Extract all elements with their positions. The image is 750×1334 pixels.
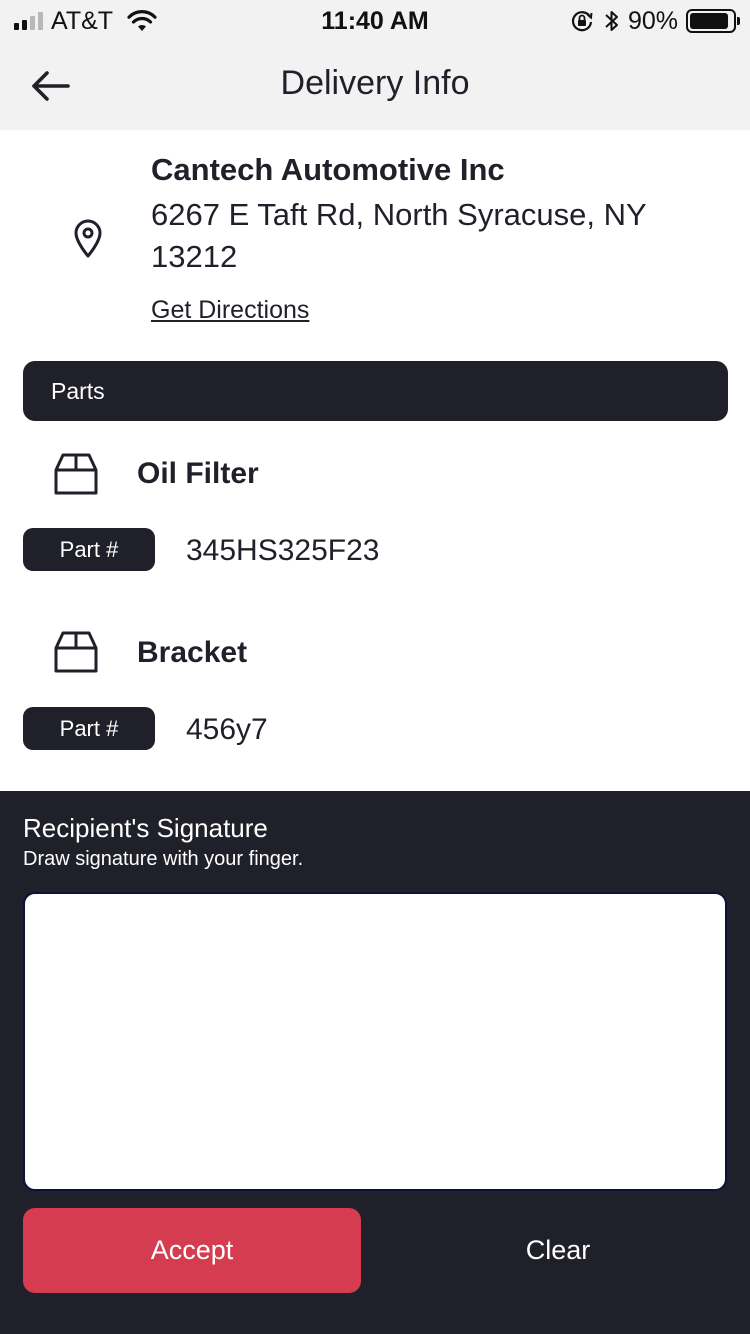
- part-number: 345HS325F23: [186, 534, 380, 567]
- accept-button[interactable]: Accept: [23, 1208, 361, 1293]
- get-directions-link[interactable]: Get Directions: [151, 296, 309, 325]
- page-title: Delivery Info: [280, 64, 470, 102]
- battery-icon: [686, 9, 740, 33]
- part-name: Oil Filter: [137, 457, 259, 490]
- destination-block: Cantech Automotive Inc 6267 E Taft Rd, N…: [0, 130, 750, 350]
- part-number-badge: Part #: [23, 707, 155, 750]
- part-number: 456y7: [186, 713, 268, 746]
- bluetooth-icon: [605, 11, 618, 31]
- status-right: 90%: [570, 6, 740, 35]
- orientation-lock-icon: [571, 11, 593, 32]
- address-text: 6267 E Taft Rd, North Syracuse, NY 13212: [151, 197, 647, 274]
- status-bar: AT&T 11:40 AM 90%: [0, 0, 750, 40]
- part-item: Oil Filter Part # 345HS325F23: [0, 440, 750, 600]
- clear-button[interactable]: Clear: [389, 1208, 727, 1293]
- map-pin-icon: [74, 219, 102, 258]
- battery-percent: 90%: [627, 6, 678, 35]
- parts-header: Parts: [23, 361, 728, 421]
- part-number-badge: Part #: [23, 528, 155, 571]
- signature-hint: Draw signature with your finger.: [23, 848, 304, 870]
- part-name: Bracket: [137, 636, 248, 669]
- part-item: Bracket Part # 456y7: [0, 619, 750, 779]
- signature-pad[interactable]: [23, 892, 727, 1191]
- company-name: Cantech Automotive Inc: [151, 152, 505, 187]
- signature-title: Recipient's Signature: [23, 813, 268, 843]
- box-icon: [54, 453, 98, 495]
- nav-bar: Delivery Info: [0, 40, 750, 130]
- box-icon: [54, 631, 98, 673]
- signature-panel: Recipient's Signature Draw signature wit…: [0, 791, 750, 1334]
